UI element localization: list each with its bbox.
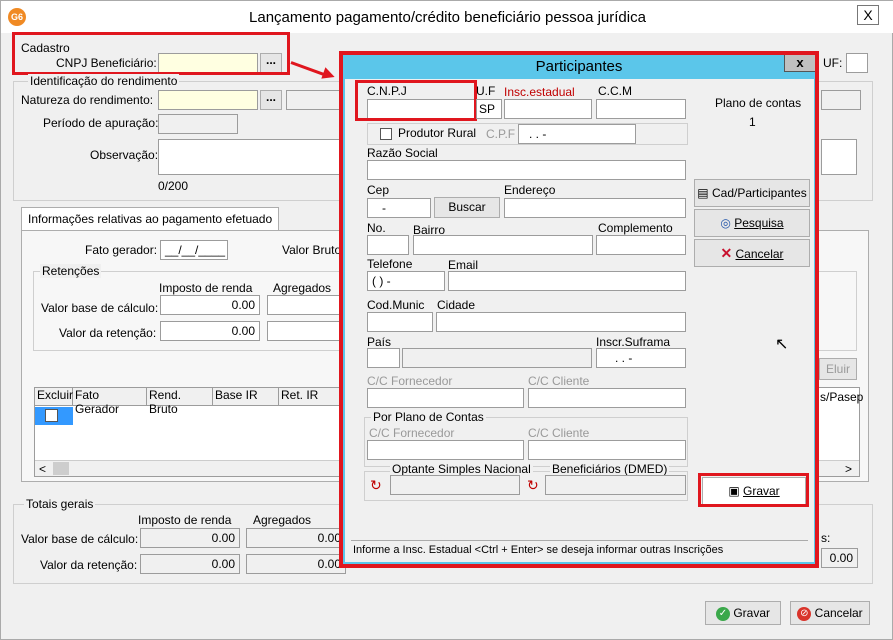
retencoes-caption: Retenções (40, 264, 102, 278)
natureza-description (286, 90, 342, 110)
totais-base-label: Valor base de cálculo: (21, 532, 139, 546)
totais-base-agregados: 0.00 (246, 528, 346, 548)
cancel-icon: ⊘ (797, 606, 812, 621)
grid-row-checkbox[interactable] (45, 409, 58, 422)
grid-header-excluir[interactable]: Excluir (35, 388, 73, 405)
ret-base-label: Valor base de cálculo: (41, 301, 159, 315)
periodo-input[interactable] (158, 114, 238, 134)
natureza-extra (821, 90, 861, 110)
tab-pagamento-label: Informações relativas ao pagamento efetu… (28, 212, 273, 226)
ret-base-imposto[interactable]: 0.00 (160, 295, 260, 315)
fato-gerador-label: Fato gerador: (85, 243, 158, 257)
natureza-label: Natureza do rendimento: (21, 93, 154, 107)
scroll-left-icon[interactable]: < (39, 462, 46, 476)
ret-col-imposto: Imposto de renda (159, 281, 253, 295)
footer-cancelar-button[interactable]: ⊘ Cancelar (790, 601, 870, 625)
totais-ret-agregados: 0.00 (246, 554, 346, 574)
identificacao-caption: Identificação do rendimento (28, 74, 180, 88)
footer-gravar-button[interactable]: ✓ Gravar (705, 601, 781, 625)
window-title: Lançamento pagamento/crédito beneficiári… (249, 9, 646, 26)
footer-cancelar-label: Cancelar (814, 606, 863, 620)
grid-header-ret[interactable]: Ret. IR (279, 388, 343, 405)
check-icon: ✓ (715, 606, 730, 621)
scroll-right-icon[interactable]: > (845, 462, 852, 476)
footer-gravar-label: Gravar (733, 606, 771, 620)
totais-base-imposto: 0.00 (140, 528, 240, 548)
periodo-label: Período de apuração: (43, 116, 159, 130)
ret-base-agregados[interactable] (267, 295, 343, 315)
arrow-line (290, 61, 326, 77)
grid-header-fato[interactable]: Fato Gerador (73, 388, 147, 416)
grid-header: Excluir Fato Gerador Rend. Bruto Base IR… (35, 388, 343, 416)
observacao-label: Observação: (90, 148, 159, 162)
fato-gerador-input[interactable]: __/__/____ (160, 240, 228, 260)
valor-bruto-label: Valor Bruto (282, 243, 342, 257)
totais-ret-label: Valor da retenção: (40, 558, 138, 572)
grid-header-rend[interactable]: Rend. Bruto (147, 388, 213, 416)
natureza-lookup-button[interactable]: ... (260, 90, 282, 110)
title-bar: G6 Lançamento pagamento/crédito benefici… (1, 1, 893, 33)
ret-col-agregados: Agregados (273, 281, 332, 295)
totais-col-imposto: Imposto de renda (138, 513, 232, 527)
grid-header-pasep[interactable]: s/Pasep (820, 390, 863, 404)
totais-right-value: 0.00 (821, 548, 858, 568)
observacao-counter: 0/200 (158, 179, 189, 193)
excluir-button[interactable]: Eluir (819, 358, 857, 380)
tab-pagamento[interactable]: Informações relativas ao pagamento efetu… (21, 207, 279, 231)
natureza-input[interactable] (158, 90, 258, 110)
ret-retencao-imposto[interactable]: 0.00 (160, 321, 260, 341)
observacao-right (821, 139, 857, 175)
scroll-thumb[interactable] (53, 462, 69, 475)
close-window-button[interactable]: X (857, 5, 879, 25)
cadastro-highlight (12, 32, 290, 75)
ret-retencao-label: Valor da retenção: (59, 326, 157, 340)
totais-ret-imposto: 0.00 (140, 554, 240, 574)
uf-label: UF: (823, 56, 843, 70)
uf-input[interactable] (846, 53, 868, 73)
totais-caption: Totais gerais (24, 497, 96, 511)
ret-retencao-agregados[interactable] (267, 321, 343, 341)
observacao-textarea[interactable] (158, 139, 344, 175)
totais-col-agregados: Agregados (253, 513, 312, 527)
grid-row-selected[interactable] (35, 407, 73, 425)
totais-right-label: s: (821, 531, 831, 545)
grid-header-base[interactable]: Base IR (213, 388, 279, 405)
dialog-highlight (339, 51, 819, 568)
